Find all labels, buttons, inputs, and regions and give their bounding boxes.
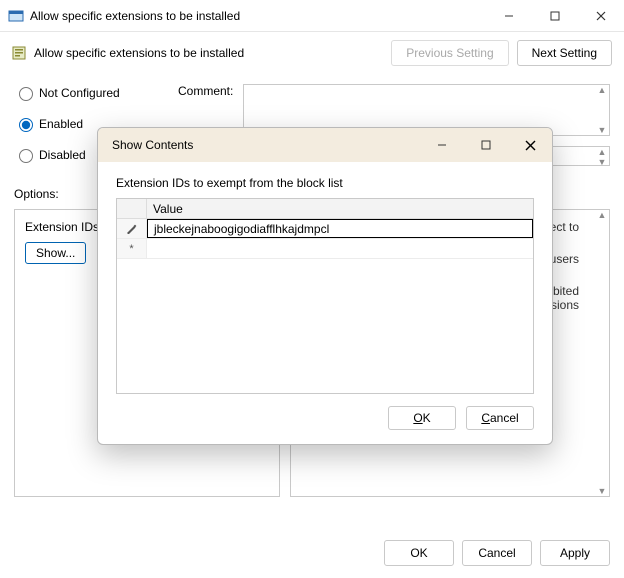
grid-row-1[interactable]: * bbox=[117, 239, 533, 259]
comment-scrollbar[interactable]: ▲▼ bbox=[595, 85, 609, 135]
dialog-maximize-button[interactable] bbox=[464, 128, 508, 162]
dialog-title: Show Contents bbox=[112, 138, 193, 152]
show-button[interactable]: Show... bbox=[25, 242, 86, 264]
radio-not-configured-label: Not Configured bbox=[39, 86, 120, 100]
grid-row-1-marker: * bbox=[117, 239, 147, 258]
grid-row-0-marker bbox=[117, 219, 147, 238]
dialog-minimize-button[interactable] bbox=[420, 128, 464, 162]
comment-label: Comment: bbox=[178, 84, 233, 98]
next-setting-button[interactable]: Next Setting bbox=[517, 40, 612, 66]
cancel-button[interactable]: Cancel bbox=[462, 540, 532, 566]
grid-header-marker bbox=[117, 199, 147, 218]
policy-title: Allow specific extensions to be installe… bbox=[34, 46, 244, 60]
close-button[interactable] bbox=[578, 0, 624, 32]
radio-enabled-label: Enabled bbox=[39, 117, 83, 131]
grid-header-row: Value bbox=[117, 199, 533, 219]
minimize-button[interactable] bbox=[486, 0, 532, 32]
help-scrollbar[interactable]: ▲▼ bbox=[595, 210, 609, 496]
radio-disabled-input[interactable] bbox=[19, 149, 33, 163]
radio-not-configured-input[interactable] bbox=[19, 87, 33, 101]
grid-row-0[interactable]: jbleckejnaboogigodiafflhkajdmpcl bbox=[117, 219, 533, 239]
policy-icon bbox=[12, 45, 28, 61]
window-titlebar: Allow specific extensions to be installe… bbox=[0, 0, 624, 32]
grid-row-0-value[interactable]: jbleckejnaboogigodiafflhkajdmpcl bbox=[147, 219, 533, 238]
window-icon bbox=[8, 8, 24, 24]
radio-enabled-input[interactable] bbox=[19, 118, 33, 132]
dialog-ok-button[interactable]: OK bbox=[388, 406, 456, 430]
dialog-grid[interactable]: Value jbleckejnaboogigodiafflhkajdmpcl * bbox=[116, 198, 534, 394]
pencil-icon bbox=[126, 223, 137, 234]
dialog-close-button[interactable] bbox=[508, 128, 552, 162]
ok-button[interactable]: OK bbox=[384, 540, 454, 566]
window-title: Allow specific extensions to be installe… bbox=[30, 9, 240, 23]
show-contents-dialog: Show Contents Extension IDs to exempt fr… bbox=[97, 127, 553, 445]
maximize-button[interactable] bbox=[532, 0, 578, 32]
policy-header: Allow specific extensions to be installe… bbox=[0, 32, 624, 72]
dialog-cancel-button[interactable]: Cancel bbox=[466, 406, 534, 430]
radio-not-configured[interactable]: Not Configured bbox=[14, 84, 164, 101]
grid-row-1-value[interactable] bbox=[147, 239, 533, 258]
grid-header-value: Value bbox=[147, 199, 533, 218]
dialog-titlebar: Show Contents bbox=[98, 128, 552, 162]
previous-setting-button[interactable]: Previous Setting bbox=[391, 40, 508, 66]
apply-button[interactable]: Apply bbox=[540, 540, 610, 566]
supported-scrollbar[interactable]: ▲▼ bbox=[595, 147, 609, 165]
radio-disabled-label: Disabled bbox=[39, 148, 86, 162]
dialog-subheading: Extension IDs to exempt from the block l… bbox=[98, 162, 552, 198]
